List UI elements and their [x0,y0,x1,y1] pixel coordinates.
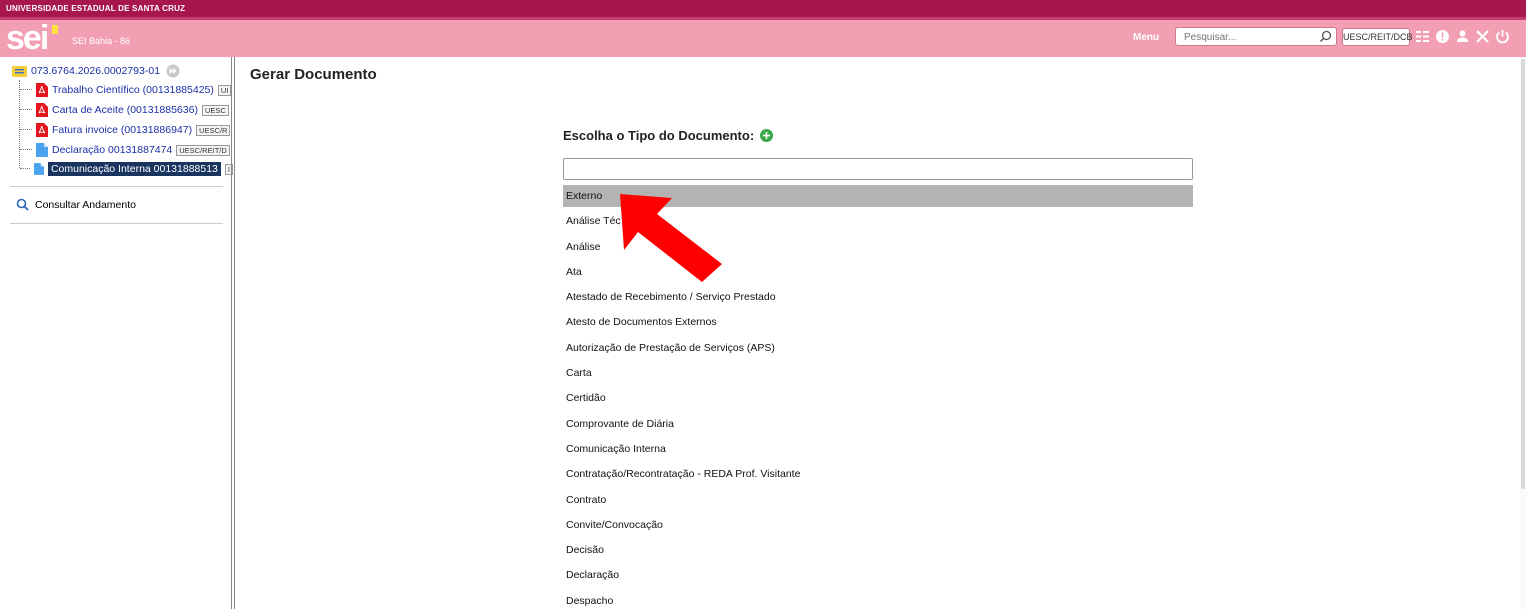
choose-type-heading: Escolha o Tipo do Documento: [563,128,774,143]
document-unit-tag: UESC/REIT/D [176,144,230,156]
document-unit-tag: UESC [201,104,229,116]
document-type-option[interactable]: Autorização de Prestação de Serviços (AP… [563,337,1193,359]
system-name: SEI Bahia - 86 [72,36,131,46]
menu-button[interactable]: Menu [1133,32,1159,43]
panel-divider [234,57,235,609]
search-icon[interactable] [1319,30,1332,43]
document-type-option[interactable]: Atestado de Recebimento / Serviço Presta… [563,286,1193,308]
document-type-option[interactable]: Comprovante de Diária [563,413,1193,435]
document-label: Trabalho Científico (00131885425) [52,84,214,96]
logout-icon[interactable] [1495,29,1510,44]
tree-connector-h [20,149,32,151]
sidebar-separator [10,223,223,224]
document-type-option[interactable]: Atesto de Documentos Externos [563,311,1193,333]
notification-icon[interactable] [1435,29,1450,44]
folder-icon [12,66,27,77]
search-box [1175,27,1337,46]
consult-progress-link[interactable]: Consultar Andamento [16,198,136,211]
sidebar-separator [10,186,223,187]
page-scrollbar[interactable] [1520,57,1526,609]
tree-document-item-selected[interactable]: Comunicação Interna 00131888513 I [20,160,233,178]
user-icon[interactable] [1455,29,1470,44]
tree-document-item[interactable]: Declaração 00131887474 UESC/REIT/D [20,141,233,159]
document-unit-tag: UESC/R [196,124,231,136]
tree-connector-h [20,89,32,91]
document-type-option[interactable]: Despacho [563,590,1193,612]
document-type-option[interactable]: Contrato [563,489,1193,511]
process-number: 073.6764.2026.0002793-01 [31,65,161,77]
institution-name: UNIVERSIDADE ESTADUAL DE SANTA CRUZ [6,4,186,13]
document-type-filter [563,158,1193,180]
app-header: sei SEI Bahia - 86 Menu UESC/REIT/DCB [0,19,1526,57]
document-type-option[interactable]: Carta [563,362,1193,384]
document-type-option[interactable]: Decisão [563,539,1193,561]
choose-type-label: Escolha o Tipo do Documento: [563,128,755,143]
panel-divider[interactable] [231,57,232,609]
document-type-option[interactable]: Comunicação Interna [563,438,1193,460]
pdf-icon [36,103,48,117]
document-type-option[interactable]: Declaração [563,564,1193,586]
tree-document-item[interactable]: Trabalho Científico (00131885425) UI [20,81,233,99]
document-label: Declaração 00131887474 [52,144,173,156]
tools-icon[interactable] [1475,29,1490,44]
document-type-option[interactable]: Contratação/Recontratação - REDA Prof. V… [563,463,1193,485]
document-unit-tag: UI [217,84,232,96]
process-tree-root[interactable]: 073.6764.2026.0002793-01 [12,63,180,79]
document-icon [33,163,44,175]
tree-document-item[interactable]: Carta de Aceite (00131885636) UESC [20,101,233,119]
pdf-icon [36,83,48,97]
document-label: Comunicação Interna 00131888513 [47,162,221,176]
logo-accent [52,25,58,34]
tree-document-item[interactable]: Fatura invoice (00131886947) UESC/R [20,121,233,139]
page-title: Gerar Documento [250,66,377,83]
document-label: Carta de Aceite (00131885636) [52,104,198,116]
search-icon [16,198,29,211]
add-icon[interactable] [760,129,774,142]
logo-text: sei [6,19,49,57]
document-type-filter-input[interactable] [570,160,1184,180]
search-input[interactable] [1182,29,1306,46]
annotation-arrow-icon [620,194,722,282]
tree-connector-h [20,168,30,170]
fast-forward-icon[interactable] [166,64,180,78]
controls-icon[interactable] [1415,29,1430,44]
unit-selector[interactable]: UESC/REIT/DCB [1342,28,1413,46]
tree-connector-h [20,129,32,131]
document-icon [36,143,48,157]
sei-logo[interactable]: sei [6,19,66,57]
document-label: Fatura invoice (00131886947) [52,124,193,136]
document-type-option[interactable]: Certidão [563,387,1193,409]
document-type-option[interactable]: Convite/Convocação [563,514,1193,536]
consult-progress-label: Consultar Andamento [35,198,136,211]
institution-bar: UNIVERSIDADE ESTADUAL DE SANTA CRUZ [0,0,1526,20]
scrollbar-thumb[interactable] [1521,59,1525,489]
tree-connector-h [20,109,32,111]
pdf-icon [36,123,48,137]
